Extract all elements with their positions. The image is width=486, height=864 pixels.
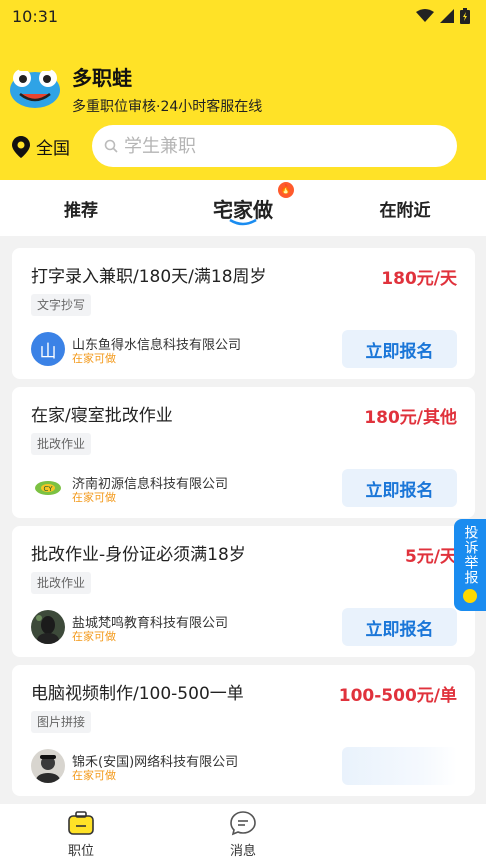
header: 多职蛙 多重职位审核·24小时客服在线 全国 <box>0 32 486 180</box>
apply-button[interactable]: 立即报名 <box>342 330 457 368</box>
fire-icon: 🔥 <box>278 181 294 198</box>
job-card[interactable]: 电脑视频制作/100-500一单 100-500元/单 图片拼接 锦禾(安国)网… <box>12 665 475 796</box>
app-slogan: 多重职位审核·24小时客服在线 <box>72 99 263 115</box>
apply-button[interactable]: 立即报名 <box>342 469 457 507</box>
apply-button[interactable]: 立即报名 <box>342 608 457 646</box>
job-card[interactable]: 打字录入兼职/180天/满18周岁 180元/天 文字抄写 山 山东鱼得水信息科… <box>12 248 475 379</box>
company-avatar-char: 山 <box>39 341 57 362</box>
nav-messages[interactable]: 消息 <box>162 804 324 864</box>
work-mode-note: 在家可做 <box>72 769 116 782</box>
job-title: 批改作业-身份证必须满18岁 <box>31 545 246 565</box>
job-title: 电脑视频制作/100-500一单 <box>31 684 244 704</box>
job-card[interactable]: 在家/寝室批改作业 180元/其他 批改作业 CY 济南初源信息科技有限公司 在… <box>12 387 475 518</box>
report-dot-icon <box>463 589 477 603</box>
job-tag: 文字抄写 <box>31 294 92 316</box>
wifi-icon <box>416 9 434 22</box>
job-list: 打字录入兼职/180天/满18周岁 180元/天 文字抄写 山 山东鱼得水信息科… <box>12 248 475 804</box>
report-float-button[interactable]: 投诉举报 <box>454 519 486 611</box>
location-pin-icon <box>12 135 30 158</box>
status-time: 10:31 <box>12 6 59 26</box>
company-avatar: 山 <box>31 332 65 366</box>
status-icons <box>416 8 470 24</box>
job-title: 在家/寝室批改作业 <box>31 406 173 426</box>
app-name: 多职蛙 <box>72 66 132 90</box>
job-title: 打字录入兼职/180天/满18周岁 <box>31 267 267 287</box>
job-salary: 180元/其他 <box>364 408 457 428</box>
location-selector[interactable]: 全国 <box>12 134 70 159</box>
svg-text:CY: CY <box>43 485 53 493</box>
nav-jobs-label: 职位 <box>67 844 94 859</box>
search-icon <box>104 139 118 153</box>
work-mode-note: 在家可做 <box>72 352 116 365</box>
company-avatar-photo-icon <box>31 749 65 783</box>
nav-messages-label: 消息 <box>229 844 256 859</box>
job-salary: 100-500元/单 <box>338 686 457 706</box>
bottom-nav: 职位 消息 <box>0 804 486 864</box>
tab-nearby-label: 在附近 <box>379 200 431 221</box>
job-card[interactable]: 批改作业-身份证必须满18岁 5元/天 批改作业 盐城梵鸣教育科技有限公司 在家… <box>12 526 475 657</box>
signal-icon <box>440 9 454 23</box>
app-logo <box>8 56 62 110</box>
job-salary: 180元/天 <box>381 269 457 289</box>
job-tag: 图片拼接 <box>31 711 92 733</box>
tab-active-indicator <box>229 218 257 225</box>
job-tag: 批改作业 <box>31 433 92 455</box>
frog-logo-icon <box>10 60 60 108</box>
category-tabs: 推荐 宅家做 🔥 在附近 <box>0 180 486 236</box>
location-label: 全国 <box>36 139 70 159</box>
briefcase-icon <box>68 811 94 835</box>
battery-icon <box>460 8 470 24</box>
company-logo-icon: CY <box>31 471 65 505</box>
status-bar: 10:31 <box>0 0 486 32</box>
tab-work-from-home[interactable]: 宅家做 🔥 <box>162 181 324 225</box>
search-bar[interactable] <box>92 125 457 167</box>
tab-recommend-label: 推荐 <box>64 200 98 221</box>
job-salary: 5元/天 <box>404 547 457 567</box>
report-label: 投诉举报 <box>462 525 479 585</box>
company-avatar-photo-icon <box>31 610 65 644</box>
tab-recommend[interactable]: 推荐 <box>0 196 162 221</box>
job-tag: 批改作业 <box>31 572 92 594</box>
tab-nearby[interactable]: 在附近 <box>324 196 486 221</box>
nav-jobs[interactable]: 职位 <box>0 804 162 864</box>
apply-button[interactable] <box>342 747 457 785</box>
message-icon <box>230 811 256 836</box>
work-mode-note: 在家可做 <box>72 491 116 504</box>
work-mode-note: 在家可做 <box>72 630 116 643</box>
search-input[interactable] <box>124 135 424 157</box>
